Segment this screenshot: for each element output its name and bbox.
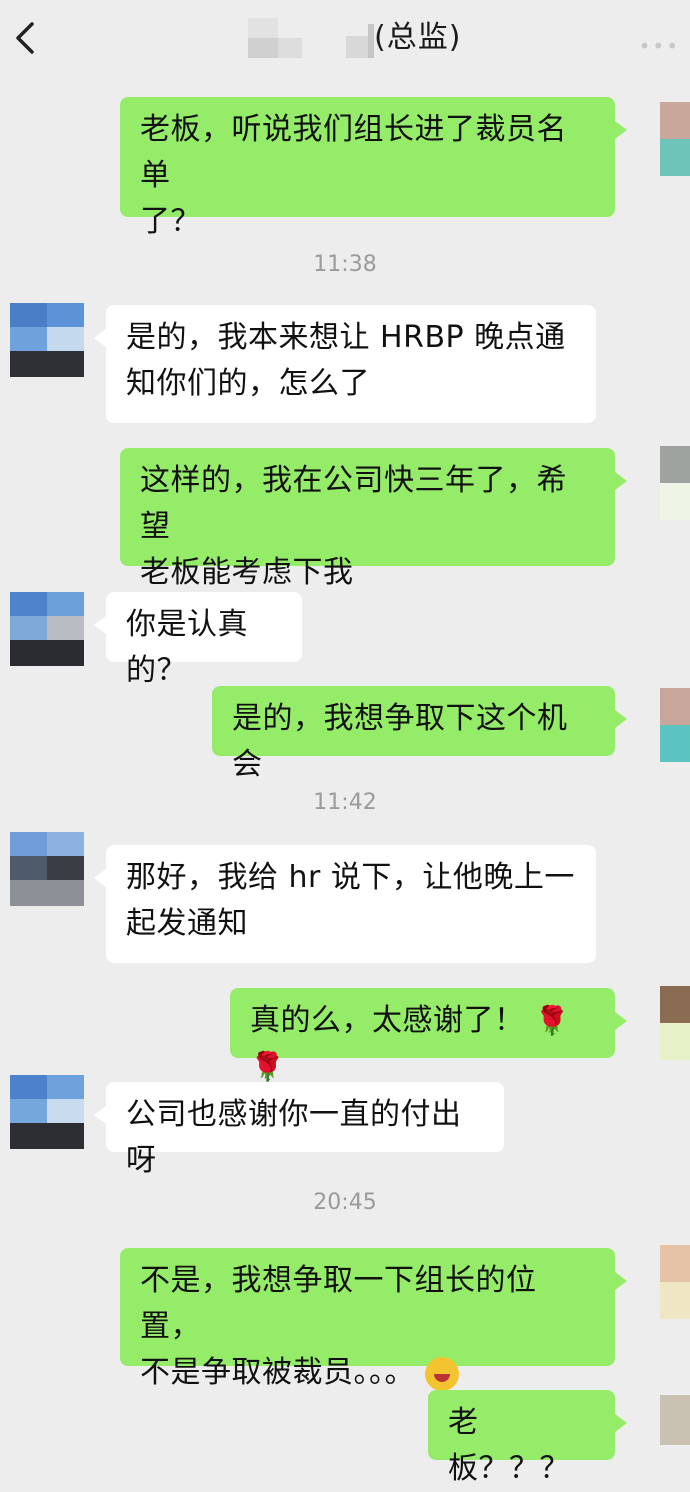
message-text: 这样的，我在公司快三年了，希望 <box>140 463 567 544</box>
message-text: 是的，我想争取下这个机会 <box>232 701 568 782</box>
more-icon[interactable]: ••• <box>639 34 680 58</box>
message-text: 了？ <box>140 204 201 239</box>
message-bubble-outgoing[interactable]: 这样的，我在公司快三年了，希望 老板能考虑下我 <box>120 448 627 590</box>
my-avatar[interactable] <box>660 1245 690 1319</box>
chat-header: (总监) ••• <box>0 0 690 80</box>
message-bubble-outgoing[interactable]: 真的么，太感谢了！ 🌹🌹 <box>230 988 627 1083</box>
contact-avatar[interactable] <box>10 592 84 666</box>
message-bubble-outgoing[interactable]: 老板？？？ <box>428 1390 627 1486</box>
chat-title: (总监) <box>374 20 462 55</box>
message-text: 真的么，太感谢了！ <box>250 1003 525 1038</box>
contact-avatar[interactable] <box>10 832 84 906</box>
message-bubble-outgoing[interactable]: 是的，我想争取下这个机会 <box>212 686 627 782</box>
facepalm-emoji <box>425 1356 460 1391</box>
contact-avatar[interactable] <box>10 303 84 377</box>
message-text: 老板，听说我们组长进了裁员名单 <box>140 112 567 193</box>
timestamp: 11:42 <box>313 790 377 815</box>
my-avatar[interactable] <box>660 688 690 762</box>
message-bubble-incoming[interactable]: 那好，我给 hr 说下，让他晚上一 起发通知 <box>94 845 596 963</box>
message-text: 老板？？？ <box>448 1405 570 1486</box>
message-text: 你是认真的？ <box>126 607 248 688</box>
contact-avatar[interactable] <box>10 1075 84 1149</box>
message-text: 起发通知 <box>126 906 248 941</box>
message-text: 那好，我给 hr 说下，让他晚上一 <box>126 860 575 895</box>
my-avatar[interactable] <box>660 446 690 520</box>
message-text: 不是争取被裁员。。。 <box>140 1355 415 1390</box>
message-bubble-incoming[interactable]: 是的，我本来想让 HRBP 晚点通 知你们的，怎么了 <box>94 305 596 423</box>
contact-name-redacted <box>248 14 374 62</box>
message-bubble-outgoing[interactable]: 老板，听说我们组长进了裁员名单 了？ <box>120 97 627 239</box>
message-bubble-incoming[interactable]: 你是认真的？ <box>94 592 302 688</box>
my-avatar[interactable] <box>660 102 690 176</box>
timestamp: 20:45 <box>313 1190 377 1215</box>
message-text: 老板能考虑下我 <box>140 555 354 590</box>
message-text: 知你们的，怎么了 <box>126 366 370 401</box>
my-avatar[interactable] <box>660 1395 690 1469</box>
message-text: 不是，我想争取一下组长的位置， <box>140 1263 537 1344</box>
message-bubble-incoming[interactable]: 公司也感谢你一直的付出呀 <box>94 1082 504 1178</box>
message-bubble-outgoing[interactable]: 不是，我想争取一下组长的位置， 不是争取被裁员。。。 <box>120 1248 627 1391</box>
message-text: 是的，我本来想让 HRBP 晚点通 <box>126 320 566 355</box>
message-text: 公司也感谢你一直的付出呀 <box>126 1097 462 1178</box>
chevron-left-icon[interactable] <box>8 18 42 58</box>
timestamp: 11:38 <box>313 252 377 277</box>
my-avatar[interactable] <box>660 986 690 1060</box>
